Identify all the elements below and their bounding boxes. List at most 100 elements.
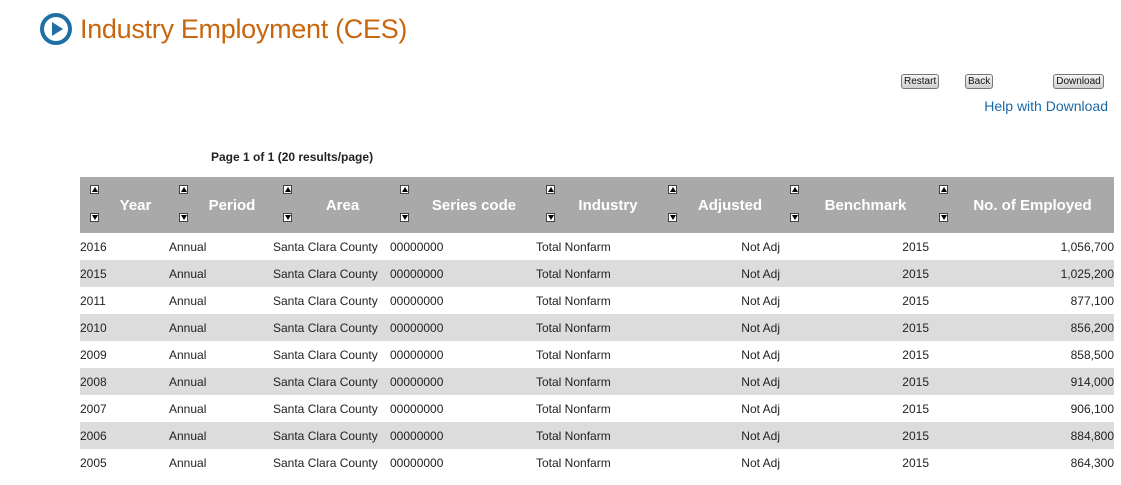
column-header: Series code bbox=[390, 177, 536, 233]
sort-descending-icon[interactable] bbox=[790, 213, 799, 222]
area-cell: Santa Clara County bbox=[273, 368, 390, 395]
column-header-label: Area bbox=[325, 196, 360, 214]
series-code-cell: 00000000 bbox=[390, 422, 536, 449]
series-code-cell: 00000000 bbox=[390, 347, 444, 362]
employed-cell: 877,100 bbox=[1070, 293, 1114, 308]
employed-cell: 914,000 bbox=[929, 368, 1114, 395]
column-header-label: Adjusted bbox=[697, 196, 763, 214]
industry-cell: Total Nonfarm bbox=[536, 368, 658, 395]
column-header: Period bbox=[169, 177, 273, 233]
table-body: 2016 Annual Santa Clara County 00000000 Tota… bbox=[80, 233, 1114, 476]
table-header-row: Year Period Area Series code Industry Adjuste… bbox=[80, 177, 1114, 233]
table-row: 2009 Annual Santa Clara County 00000000 Tota… bbox=[80, 341, 1114, 368]
area-cell: Santa Clara County bbox=[273, 347, 378, 362]
sort-ascending-icon[interactable] bbox=[283, 185, 292, 194]
adjusted-cell: Not Adj bbox=[658, 260, 780, 287]
adjusted-cell: Not Adj bbox=[741, 293, 780, 308]
year-cell: 2005 bbox=[80, 455, 107, 470]
column-header: No. of Employed bbox=[929, 177, 1114, 233]
sort-ascending-icon[interactable] bbox=[668, 185, 677, 194]
page-title: Industry Employment (CES) bbox=[80, 13, 408, 44]
area-cell: Santa Clara County bbox=[273, 401, 378, 416]
employed-cell: 864,300 bbox=[1070, 455, 1114, 470]
area-cell: Santa Clara County bbox=[273, 455, 378, 470]
year-cell: 2015 bbox=[80, 260, 169, 287]
year-cell: 2011 bbox=[80, 293, 106, 308]
table-row: 2005 Annual Santa Clara County 00000000 Tota… bbox=[80, 449, 1114, 476]
column-header-label: Series code bbox=[431, 196, 517, 214]
restart-button[interactable]: Restart bbox=[901, 74, 939, 89]
adjusted-cell: Not Adj bbox=[741, 347, 780, 362]
sort-ascending-icon[interactable] bbox=[546, 185, 555, 194]
sort-descending-icon[interactable] bbox=[546, 213, 555, 222]
industry-cell: Total Nonfarm bbox=[536, 455, 611, 470]
industry-cell: Total Nonfarm bbox=[536, 314, 658, 341]
benchmark-cell: 2015 bbox=[902, 401, 929, 416]
year-cell: 2016 bbox=[80, 239, 107, 254]
series-code-cell: 00000000 bbox=[390, 401, 444, 416]
period-cell: Annual bbox=[169, 368, 273, 395]
series-code-cell: 00000000 bbox=[390, 293, 444, 308]
sort-descending-icon[interactable] bbox=[668, 213, 677, 222]
industry-cell: Total Nonfarm bbox=[536, 401, 611, 416]
adjusted-cell: Not Adj bbox=[658, 314, 780, 341]
area-cell: Santa Clara County bbox=[273, 422, 390, 449]
column-header: Adjusted bbox=[658, 177, 780, 233]
employed-cell: 1,025,200 bbox=[929, 260, 1114, 287]
table-row: 2015 Annual Santa Clara County 00000000 Tota… bbox=[80, 260, 1114, 287]
area-cell: Santa Clara County bbox=[273, 314, 390, 341]
series-code-cell: 00000000 bbox=[390, 260, 536, 287]
employed-cell: 856,200 bbox=[929, 314, 1114, 341]
employed-cell: 906,100 bbox=[1070, 401, 1114, 416]
benchmark-cell: 2015 bbox=[780, 422, 929, 449]
sort-descending-icon[interactable] bbox=[283, 213, 292, 222]
play-circle-icon bbox=[40, 13, 72, 45]
sort-descending-icon[interactable] bbox=[90, 213, 99, 222]
period-cell: Annual bbox=[169, 455, 207, 470]
period-cell: Annual bbox=[169, 239, 207, 254]
period-cell: Annual bbox=[169, 314, 273, 341]
sort-ascending-icon[interactable] bbox=[939, 185, 948, 194]
year-cell: 2007 bbox=[80, 401, 107, 416]
column-header-label: Period bbox=[208, 196, 256, 214]
download-button[interactable]: Download bbox=[1053, 74, 1104, 89]
sort-ascending-icon[interactable] bbox=[400, 185, 409, 194]
column-header: Benchmark bbox=[780, 177, 929, 233]
sort-ascending-icon[interactable] bbox=[790, 185, 799, 194]
table-row: 2016 Annual Santa Clara County 00000000 Tota… bbox=[80, 233, 1114, 260]
year-cell: 2009 bbox=[80, 347, 107, 362]
column-header-label: Year bbox=[119, 196, 152, 214]
period-cell: Annual bbox=[169, 347, 207, 362]
period-cell: Annual bbox=[169, 422, 273, 449]
back-button[interactable]: Back bbox=[965, 74, 993, 89]
sort-descending-icon[interactable] bbox=[939, 213, 948, 222]
adjusted-cell: Not Adj bbox=[741, 401, 780, 416]
year-cell: 2006 bbox=[80, 422, 169, 449]
column-header: Area bbox=[273, 177, 390, 233]
industry-cell: Total Nonfarm bbox=[536, 293, 611, 308]
period-cell: Annual bbox=[169, 293, 207, 308]
column-header-label: No. of Employed bbox=[973, 196, 1092, 214]
benchmark-cell: 2015 bbox=[902, 347, 929, 362]
employed-cell: 1,056,700 bbox=[1060, 239, 1114, 254]
sort-ascending-icon[interactable] bbox=[179, 185, 188, 194]
area-cell: Santa Clara County bbox=[273, 260, 390, 287]
help-with-download-link[interactable]: Help with Download bbox=[984, 98, 1108, 114]
benchmark-cell: 2015 bbox=[902, 455, 929, 470]
adjusted-cell: Not Adj bbox=[741, 455, 780, 470]
sort-descending-icon[interactable] bbox=[400, 213, 409, 222]
table-row: 2006 Annual Santa Clara County 00000000 Tota… bbox=[80, 422, 1114, 449]
employed-cell: 858,500 bbox=[1070, 347, 1114, 362]
industry-cell: Total Nonfarm bbox=[536, 239, 611, 254]
adjusted-cell: Not Adj bbox=[658, 368, 780, 395]
column-header: Industry bbox=[536, 177, 658, 233]
benchmark-cell: 2015 bbox=[780, 368, 929, 395]
year-cell: 2010 bbox=[80, 314, 169, 341]
benchmark-cell: 2015 bbox=[902, 239, 929, 254]
area-cell: Santa Clara County bbox=[273, 239, 378, 254]
sort-ascending-icon[interactable] bbox=[90, 185, 99, 194]
table-row: 2010 Annual Santa Clara County 00000000 Tota… bbox=[80, 314, 1114, 341]
series-code-cell: 00000000 bbox=[390, 314, 536, 341]
sort-descending-icon[interactable] bbox=[179, 213, 188, 222]
adjusted-cell: Not Adj bbox=[741, 239, 780, 254]
